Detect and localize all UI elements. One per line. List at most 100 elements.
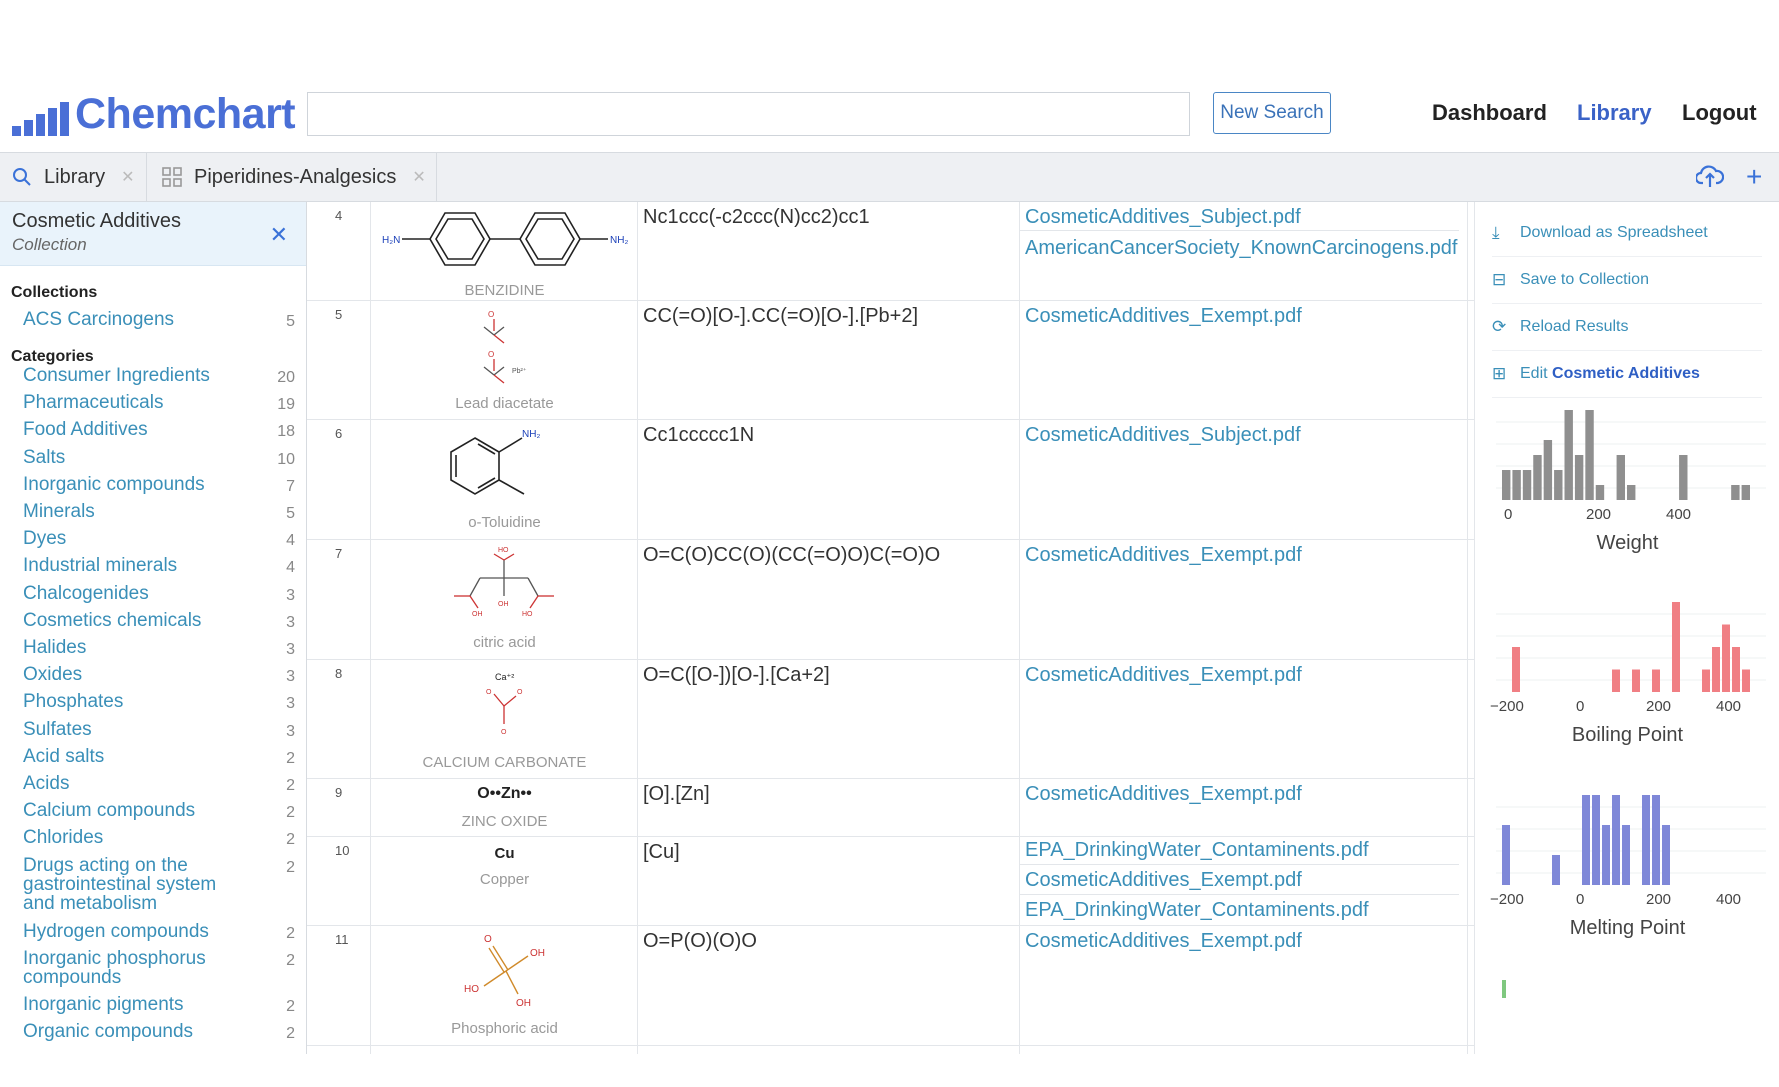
sidebar-item[interactable]: Cosmetics chemicals 3 xyxy=(23,611,295,631)
histogram-title: Weight xyxy=(1596,532,1659,554)
nav-library[interactable]: Library xyxy=(1577,100,1652,126)
document-link[interactable]: CosmeticAdditives_Exempt.pdf xyxy=(1025,664,1302,687)
row-index: 10 xyxy=(335,843,350,858)
smiles-text[interactable]: Nc1ccc(-c2ccc(N)cc2)cc1 xyxy=(643,206,870,229)
sidebar-item-label: Chlorides xyxy=(23,827,104,849)
sidebar-item[interactable]: Hydrogen compounds 2 xyxy=(23,922,295,942)
nav-logout[interactable]: Logout xyxy=(1682,100,1757,126)
search-input[interactable] xyxy=(307,92,1190,136)
table-row[interactable]: 5 O O Pb²⁺ Lead diacetate CC(=O)[O-].CC(… xyxy=(307,301,1475,420)
smiles-text[interactable]: Cc1ccccc1N xyxy=(643,424,754,447)
tab-divider xyxy=(436,153,437,201)
compound-name: CALCIUM CARBONATE xyxy=(422,754,587,771)
table-row[interactable]: 10 Cu Copper [Cu] EPA_DrinkingWater_Cont… xyxy=(307,837,1475,926)
axis-tick-label: 400 xyxy=(1716,698,1742,715)
nav-dashboard[interactable]: Dashboard xyxy=(1432,100,1547,126)
sidebar-item-count: 3 xyxy=(286,613,295,631)
document-link[interactable]: CosmeticAdditives_Exempt.pdf xyxy=(1025,869,1302,892)
cloud-upload-icon[interactable] xyxy=(1696,163,1724,189)
sidebar-item[interactable]: Halides 3 xyxy=(23,638,295,658)
sidebar-item-label: ACS Carcinogens xyxy=(23,309,175,330)
axis-tick-label: 200 xyxy=(1586,506,1612,523)
document-link[interactable]: AmericanCancerSociety_KnownCarcinogens.p… xyxy=(1025,237,1457,260)
table-row[interactable]: 9 O••Zn•• ZINC OXIDE [O].[Zn] CosmeticAd… xyxy=(307,779,1475,837)
table-row[interactable]: 6 NH₂ o-Toluidine Cc1ccccc1N CosmeticAdd… xyxy=(307,420,1475,540)
new-search-button[interactable]: New Search xyxy=(1213,92,1331,134)
smiles-text[interactable]: [O].[Zn] xyxy=(643,783,710,806)
add-tab-icon[interactable]: + xyxy=(1746,161,1762,193)
smiles-text[interactable]: CC(=O)[O-].CC(=O)[O-].[Pb+2] xyxy=(643,305,918,328)
close-icon[interactable]: ✕ xyxy=(121,167,134,187)
document-link[interactable]: CosmeticAdditives_Subject.pdf xyxy=(1025,424,1301,447)
sidebar-item-count: 2 xyxy=(286,777,295,794)
sidebar-item[interactable]: Minerals 5 xyxy=(23,502,295,522)
histogram-partial xyxy=(1502,980,1506,998)
sidebar-item[interactable]: Industrial minerals 4 xyxy=(23,556,295,576)
sidebar-item[interactable]: Acid salts 2 xyxy=(23,747,295,767)
histogram-plot xyxy=(1496,602,1766,692)
document-link[interactable]: CosmeticAdditives_Subject.pdf xyxy=(1025,206,1301,229)
smiles-text[interactable]: O=P(O)(O)O xyxy=(643,930,757,953)
sidebar-item-label: Pharmaceuticals xyxy=(23,392,164,414)
smiles-text[interactable]: O=C(O)CC(O)(CC(=O)O)C(=O)O xyxy=(643,544,940,567)
hydroxyl-label: OH xyxy=(498,601,509,608)
table-row[interactable]: 7 HO OH OH HO citric acid O=C(O)CC(O)(CC… xyxy=(307,540,1475,660)
save-to-collection-button[interactable]: ⊟ Save to Collection xyxy=(1492,257,1762,304)
sidebar-item[interactable]: Dyes 4 xyxy=(23,529,295,549)
download-spreadsheet-button[interactable]: ⤓ Download as Spreadsheet xyxy=(1492,210,1762,257)
smiles-text[interactable]: [Cu] xyxy=(643,841,680,864)
histogram-bar xyxy=(1552,855,1560,885)
sidebar-item[interactable]: Food Additives 18 xyxy=(23,420,295,440)
sidebar-item[interactable]: Phosphates 3 xyxy=(23,692,295,712)
tab-piperidines-analgesics[interactable]: Piperidines-Analgesics ✕ xyxy=(162,153,426,201)
sidebar-item-count: 3 xyxy=(286,722,295,740)
sidebar-item-label: Inorganic pigments xyxy=(23,993,184,1015)
table-row[interactable]: 4 H₂N NH₂ BENZIDINE Nc1ccc(-c2ccc(N)cc2)… xyxy=(307,202,1475,301)
sidebar-item[interactable]: ACS Carcinogens 5 xyxy=(23,309,295,330)
chemchart-logo[interactable]: Chemchart xyxy=(12,92,296,136)
table-scrollbar[interactable] xyxy=(1467,202,1475,1054)
sidebar-item[interactable]: Inorganic compounds 7 xyxy=(23,475,295,495)
sidebar-item[interactable]: Oxides 3 xyxy=(23,665,295,685)
axis-tick-label: −200 xyxy=(1490,698,1524,715)
top-header: Chemchart New Search Dashboard Library L… xyxy=(0,0,1779,150)
row-index: 4 xyxy=(335,208,343,223)
close-icon[interactable]: ✕ xyxy=(412,167,425,187)
sidebar-item-label: Acids xyxy=(23,773,70,794)
sidebar-item[interactable]: Organic compounds 2 xyxy=(23,1022,295,1042)
collection-title: Cosmetic Additives xyxy=(12,210,181,232)
sidebar-item[interactable]: Sulfates 3 xyxy=(23,720,295,740)
document-link[interactable]: CosmeticAdditives_Exempt.pdf xyxy=(1025,930,1302,953)
document-link[interactable]: CosmeticAdditives_Exempt.pdf xyxy=(1025,544,1302,567)
sidebar-item[interactable]: Acids 2 xyxy=(23,773,295,794)
sidebar-item[interactable]: Consumer Ingredients 20 xyxy=(23,366,295,386)
sidebar-item[interactable]: Chlorides 2 xyxy=(23,827,295,849)
table-row[interactable]: 11 O OH HO OH Phosphoric acid O=P(O)(O)O… xyxy=(307,926,1475,1046)
sidebar-item[interactable]: Inorganic pigments 2 xyxy=(23,993,295,1015)
histogram-bar xyxy=(1502,825,1510,885)
sidebar-item[interactable]: Calcium compounds 2 xyxy=(23,801,295,821)
edit-collection-button[interactable]: ⊞ Edit Cosmetic Additives xyxy=(1492,351,1762,398)
smiles-text[interactable]: O=C([O-])[O-].[Ca+2] xyxy=(643,664,830,687)
sidebar-item-label: Chalcogenides xyxy=(23,582,149,604)
close-collection-icon[interactable]: ✕ xyxy=(270,222,288,248)
document-link[interactable]: EPA_DrinkingWater_Contaminents.pdf xyxy=(1025,899,1369,922)
document-link[interactable]: EPA_DrinkingWater_Contaminents.pdf xyxy=(1025,839,1369,862)
sidebar-item[interactable]: Inorganic phosphorus compounds 2 xyxy=(23,949,295,987)
sidebar-item[interactable]: Pharmaceuticals 19 xyxy=(23,392,295,414)
document-link[interactable]: CosmeticAdditives_Exempt.pdf xyxy=(1025,305,1302,328)
sidebar-item-count: 20 xyxy=(277,369,295,386)
reload-results-button[interactable]: ⟳ Reload Results xyxy=(1492,304,1762,351)
sidebar-item[interactable]: Drugs acting on the gastrointestinal sys… xyxy=(23,856,295,913)
axis-tick-label: −200 xyxy=(1490,891,1524,908)
table-row[interactable]: 8 Ca⁺² O O O CALCIUM CARBONATE O=C([O-])… xyxy=(307,660,1475,779)
doc-divider xyxy=(1019,230,1459,231)
histogram-melting-point[interactable]: −200 0 200 400 Melting Point xyxy=(1476,787,1779,962)
histogram-weight[interactable]: 0 200 400 Weight xyxy=(1476,402,1779,577)
histogram-boiling-point[interactable]: −200 0 200 400 Boiling Point xyxy=(1476,594,1779,769)
tab-library-label: Library xyxy=(44,165,106,188)
sidebar-item[interactable]: Chalcogenides 3 xyxy=(23,582,295,604)
tab-library[interactable]: Library ✕ xyxy=(12,153,135,201)
sidebar-item[interactable]: Salts 10 xyxy=(23,448,295,468)
document-link[interactable]: CosmeticAdditives_Exempt.pdf xyxy=(1025,783,1302,806)
